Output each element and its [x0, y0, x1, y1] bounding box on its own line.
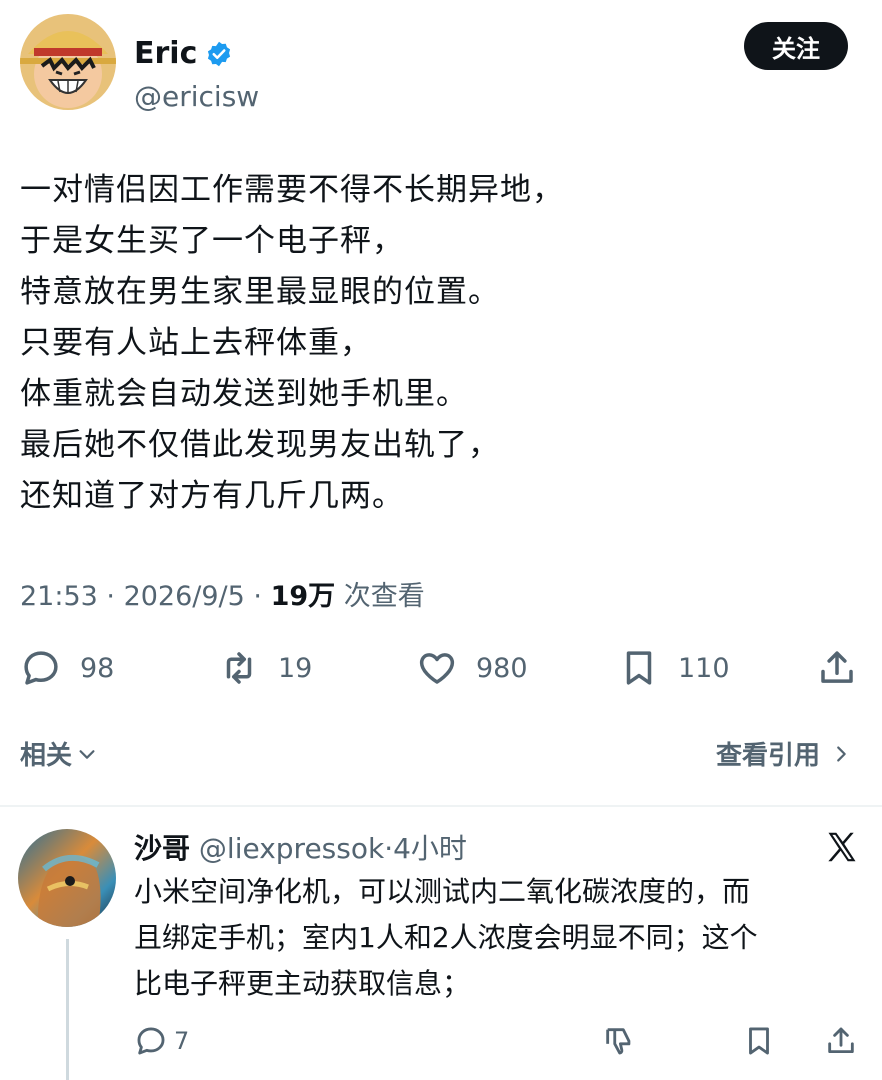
share-icon	[828, 1027, 854, 1054]
related-row: 相关 查看引用	[20, 735, 862, 775]
reply-author-handle[interactable]: @liexpressok	[199, 832, 384, 865]
post-text-line: 特意放在男生家里最显眼的位置。	[20, 274, 500, 310]
reply-header: 沙哥 @liexpressok·4小时	[134, 827, 467, 867]
reply-item[interactable]: 沙哥 @liexpressok·4小时 小米空间净化机，可以测试内二氧化碳浓度的…	[0, 807, 882, 1080]
meta-separator: ·	[97, 581, 124, 612]
reply-avatar[interactable]	[18, 829, 116, 927]
verified-icon	[208, 41, 231, 66]
reply-button[interactable]: 98	[20, 640, 114, 696]
reply-time[interactable]: 4小时	[393, 832, 467, 865]
like-icon	[419, 653, 455, 684]
post-text-line: 于是女生买了一个电子秤，	[20, 223, 404, 259]
reply-reply-button[interactable]: 7	[134, 1019, 189, 1063]
author-name-row[interactable]: Eric	[134, 36, 233, 71]
post-text-line: 体重就会自动发送到她手机里。	[20, 376, 468, 412]
reply-bookmark-button[interactable]	[742, 1019, 782, 1063]
share-icon	[821, 651, 853, 683]
related-dropdown[interactable]: 相关	[20, 735, 98, 772]
view-label: 次查看	[335, 581, 425, 612]
chevron-down-icon	[79, 749, 95, 759]
post-header: Eric @ericisw 关注	[20, 14, 862, 114]
chevron-right-icon	[837, 745, 846, 762]
reply-share-button[interactable]	[824, 1019, 864, 1063]
bookmark-button[interactable]: 110	[618, 640, 730, 696]
repost-count: 19	[278, 652, 313, 684]
reply-text: 小米空间净化机，可以测试内二氧化碳浓度的，而 且绑定手机；室内1人和2人浓度会明…	[134, 869, 864, 1007]
post-text-line: 只要有人站上去秤体重，	[20, 325, 372, 361]
like-count: 980	[476, 652, 528, 684]
reply-icon	[24, 651, 58, 685]
x-logo-icon	[828, 832, 856, 862]
share-button[interactable]	[816, 640, 876, 696]
post-text-line: 还知道了对方有几斤几两。	[20, 478, 404, 514]
dislike-icon	[606, 1028, 631, 1055]
author-name[interactable]: Eric	[134, 36, 197, 71]
repost-button[interactable]: 19	[218, 640, 312, 696]
post-time[interactable]: 21:53	[20, 581, 98, 612]
view-quotes-link[interactable]: 查看引用	[716, 735, 852, 772]
author-avatar[interactable]	[20, 14, 116, 110]
post-text: 一对情侣因工作需要不得不长期异地， 于是女生买了一个电子秤， 特意放在男生家里最…	[20, 165, 860, 522]
thread-line	[66, 939, 69, 1080]
reply-reply-count: 7	[174, 1027, 190, 1055]
post-text-line: 一对情侣因工作需要不得不长期异地，	[20, 172, 564, 208]
reply-icon	[137, 1027, 165, 1055]
reply-text-line: 小米空间净化机，可以测试内二氧化碳浓度的，而	[134, 875, 751, 908]
reply-text-line: 且绑定手机；室内1人和2人浓度会明显不同；这个	[134, 921, 758, 954]
post-meta: 21:53 · 2026/9/5 · 19万 次查看	[20, 574, 425, 613]
reply-separator: ·	[384, 832, 394, 865]
reply-count: 98	[80, 652, 115, 684]
action-bar: 98 19 980 110	[20, 640, 862, 696]
view-count[interactable]: 19万	[271, 581, 336, 612]
author-handle[interactable]: @ericisw	[134, 80, 259, 113]
dislike-button[interactable]	[602, 1019, 642, 1063]
reply-text-line: 比电子秤更主动获取信息；	[134, 967, 471, 1000]
bookmark-icon	[749, 1027, 769, 1055]
follow-button[interactable]: 关注	[744, 22, 848, 70]
meta-separator: ·	[244, 581, 271, 612]
bookmark-count: 110	[678, 652, 730, 684]
bookmark-icon	[626, 651, 652, 685]
repost-icon	[226, 652, 252, 684]
reply-author-name[interactable]: 沙哥	[134, 832, 190, 865]
like-button[interactable]: 980	[416, 640, 528, 696]
related-label: 相关	[20, 741, 73, 771]
post-date[interactable]: 2026/9/5	[124, 581, 245, 612]
view-quotes-label: 查看引用	[715, 741, 820, 771]
post-text-line: 最后她不仅借此发现男友出轨了，	[20, 427, 500, 463]
reply-action-bar: 7	[134, 1019, 864, 1063]
